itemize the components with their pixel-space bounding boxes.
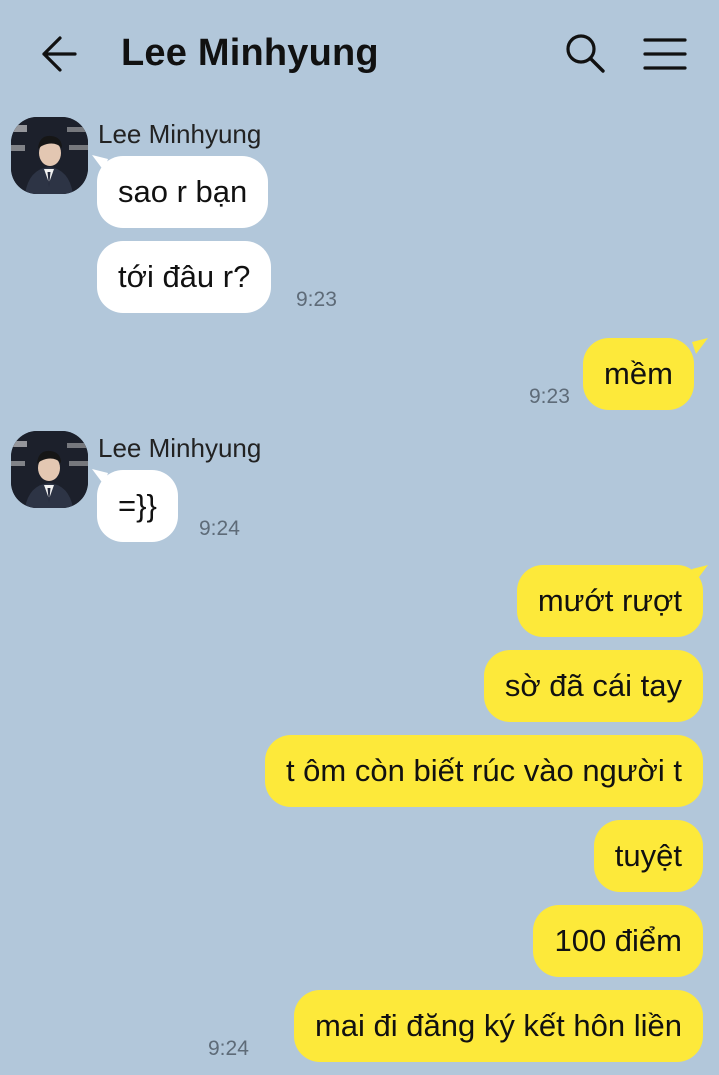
chat-title: Lee Minhyung xyxy=(121,32,379,74)
message-bubble-incoming[interactable]: tới đâu r? xyxy=(97,241,272,313)
sender-name: Lee Minhyung xyxy=(98,433,262,463)
profile-photo-icon xyxy=(11,117,88,194)
bubble-tail xyxy=(692,338,708,354)
bubble-tail xyxy=(692,565,708,581)
search-button[interactable] xyxy=(564,32,606,74)
message-time: 9:23 xyxy=(529,385,570,408)
message-time: 9:23 xyxy=(296,288,337,311)
message-bubble-outgoing[interactable]: mướt rượt xyxy=(516,565,703,637)
message-bubble-outgoing[interactable]: tuyệt xyxy=(593,820,703,892)
hamburger-menu-icon xyxy=(643,38,687,70)
message-bubble-outgoing[interactable]: 100 điểm xyxy=(533,905,703,977)
search-icon xyxy=(566,34,605,73)
avatar[interactable] xyxy=(11,431,88,508)
message-bubble-incoming[interactable]: sao r bạn xyxy=(97,156,269,228)
chat-header: Lee Minhyung xyxy=(0,0,719,108)
sender-name: Lee Minhyung xyxy=(98,119,262,149)
profile-photo-icon xyxy=(11,431,88,508)
message-bubble-outgoing[interactable]: t ôm còn biết rúc vào người t xyxy=(264,735,703,807)
back-button[interactable] xyxy=(36,34,80,74)
back-arrow-icon xyxy=(42,36,77,72)
message-time: 9:24 xyxy=(199,517,240,540)
message-time: 9:24 xyxy=(208,1037,249,1060)
menu-button[interactable] xyxy=(642,34,688,74)
message-bubble-outgoing[interactable]: mai đi đăng ký kết hôn liền xyxy=(293,990,703,1062)
message-bubble-outgoing[interactable]: sờ đã cái tay xyxy=(483,650,703,722)
message-bubble-outgoing[interactable]: mềm xyxy=(583,338,694,410)
avatar[interactable] xyxy=(11,117,88,194)
message-bubble-incoming[interactable]: =}} xyxy=(97,470,178,542)
